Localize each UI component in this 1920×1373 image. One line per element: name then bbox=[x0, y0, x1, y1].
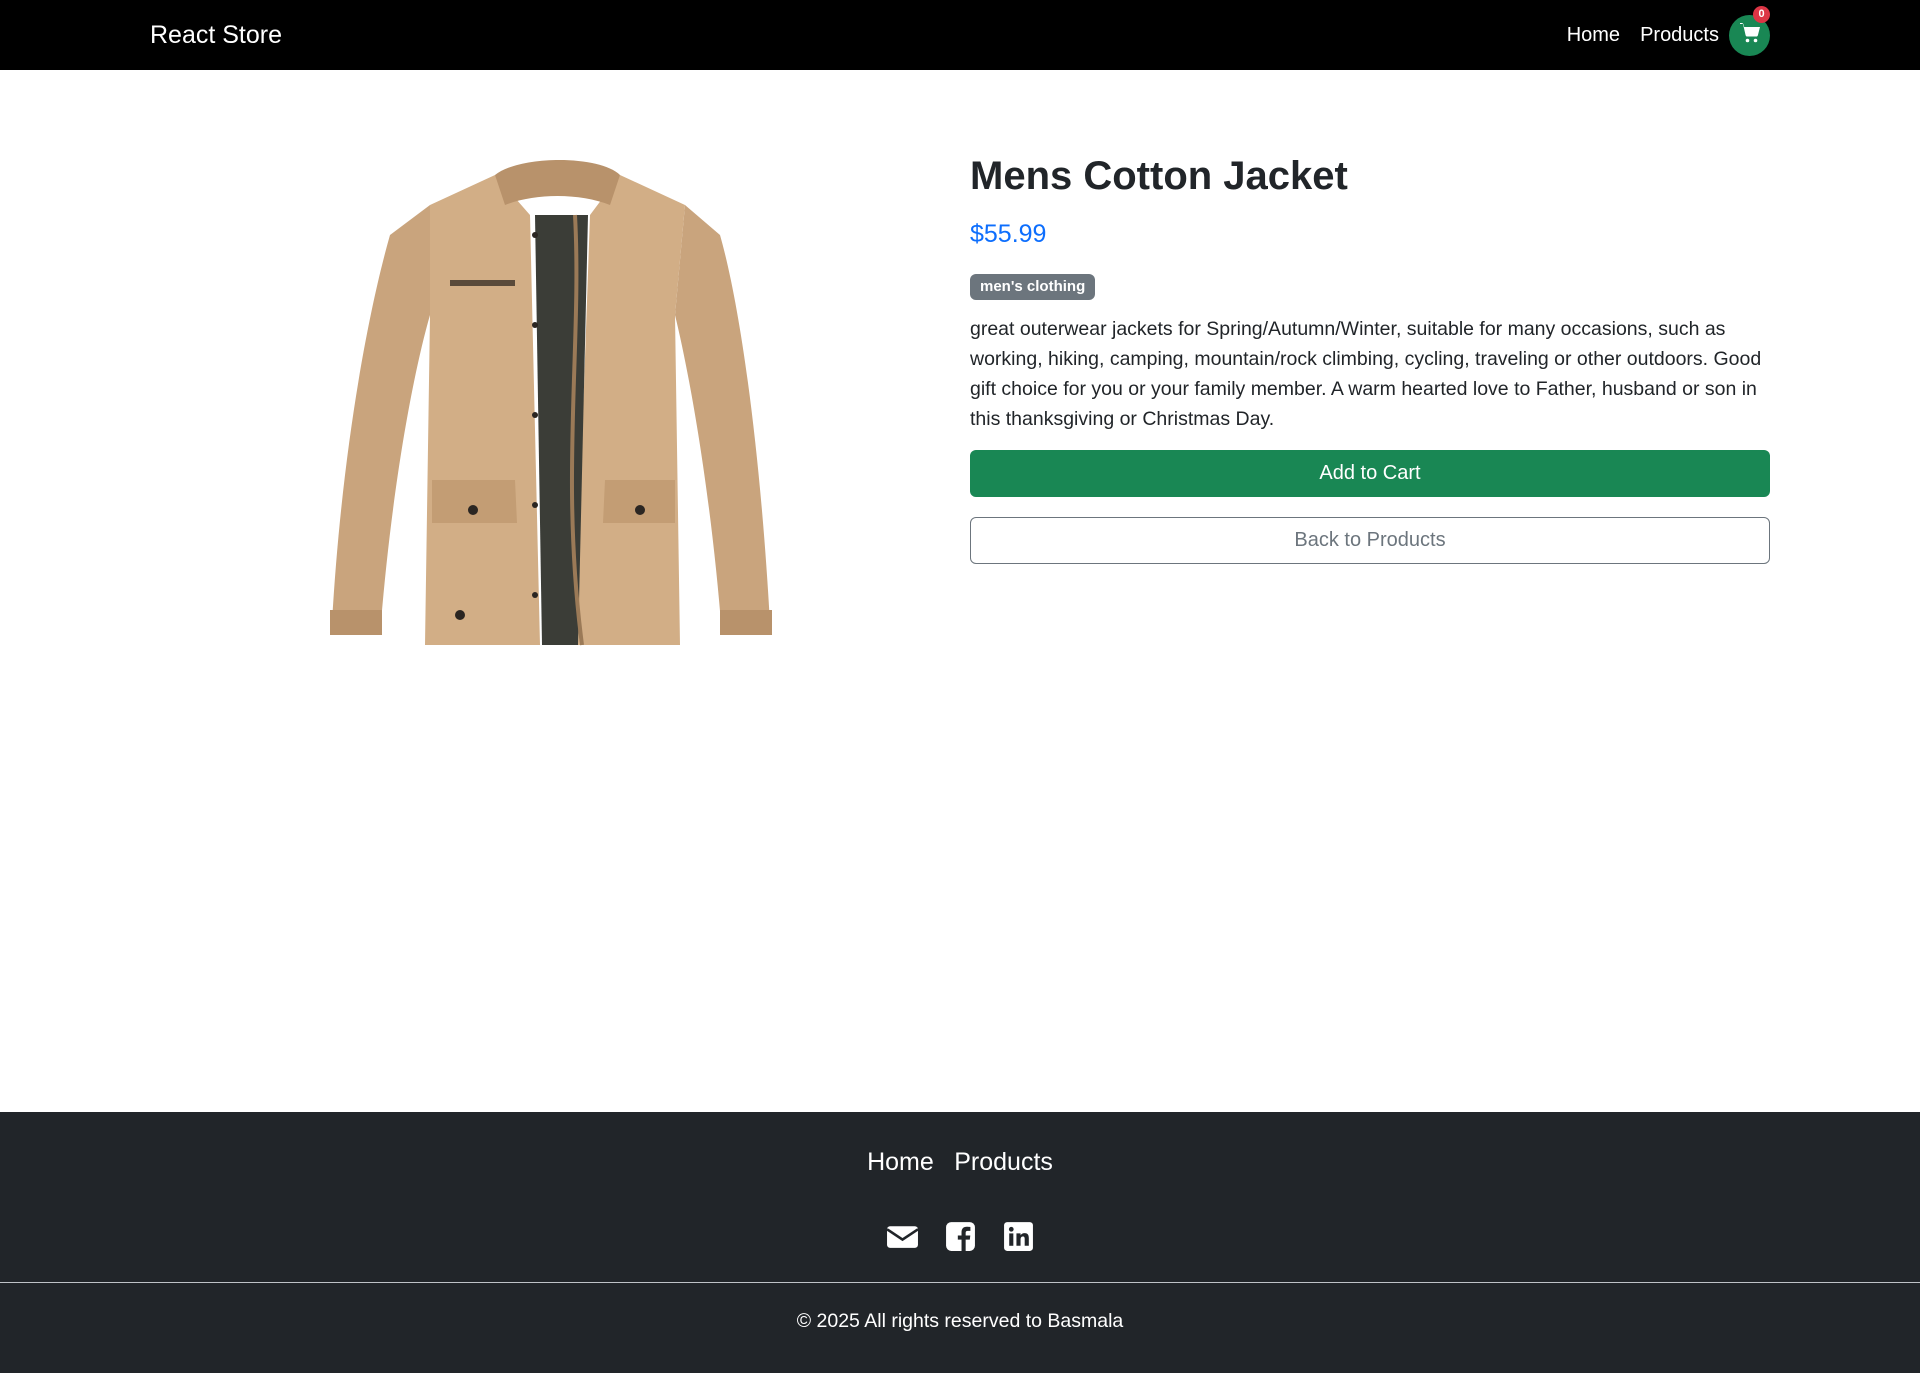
nav-products-link[interactable]: Products bbox=[1640, 0, 1719, 70]
footer-divider bbox=[0, 1282, 1920, 1283]
social-links bbox=[0, 1220, 1920, 1253]
product-info: Mens Cotton Jacket $55.99 men's clothing… bbox=[970, 150, 1770, 564]
navbar: React Store Home Products 0 bbox=[0, 0, 1920, 70]
back-to-products-button[interactable]: Back to Products bbox=[970, 517, 1770, 564]
copyright-text: © 2025 All rights reserved to Basmala bbox=[796, 1310, 1124, 1332]
brand-link[interactable]: React Store bbox=[150, 18, 282, 52]
nav-links: Home Products 0 bbox=[1547, 0, 1770, 70]
footer-products-link[interactable]: Products bbox=[954, 1148, 1053, 1176]
product-description: great outerwear jackets for Spring/Autum… bbox=[970, 318, 1762, 430]
footer-home-link[interactable]: Home bbox=[867, 1148, 934, 1176]
nav-home-link[interactable]: Home bbox=[1567, 0, 1620, 70]
product-image bbox=[320, 145, 780, 655]
category-badge: men's clothing bbox=[970, 274, 1096, 300]
linkedin-icon[interactable] bbox=[1002, 1220, 1035, 1253]
product-price: $55.99 bbox=[970, 220, 1047, 248]
shopping-cart-icon bbox=[1738, 21, 1762, 50]
facebook-icon[interactable] bbox=[944, 1220, 977, 1253]
footer: Home Products © 2025 All rights reserved… bbox=[0, 1112, 1920, 1373]
add-to-cart-button[interactable]: Add to Cart bbox=[970, 450, 1770, 497]
cart-button[interactable]: 0 bbox=[1729, 5, 1770, 56]
envelope-icon[interactable] bbox=[885, 1220, 919, 1253]
footer-links: Home Products bbox=[0, 1144, 1920, 1180]
cart-count-badge: 0 bbox=[1753, 5, 1770, 23]
product-title: Mens Cotton Jacket bbox=[970, 154, 1348, 198]
